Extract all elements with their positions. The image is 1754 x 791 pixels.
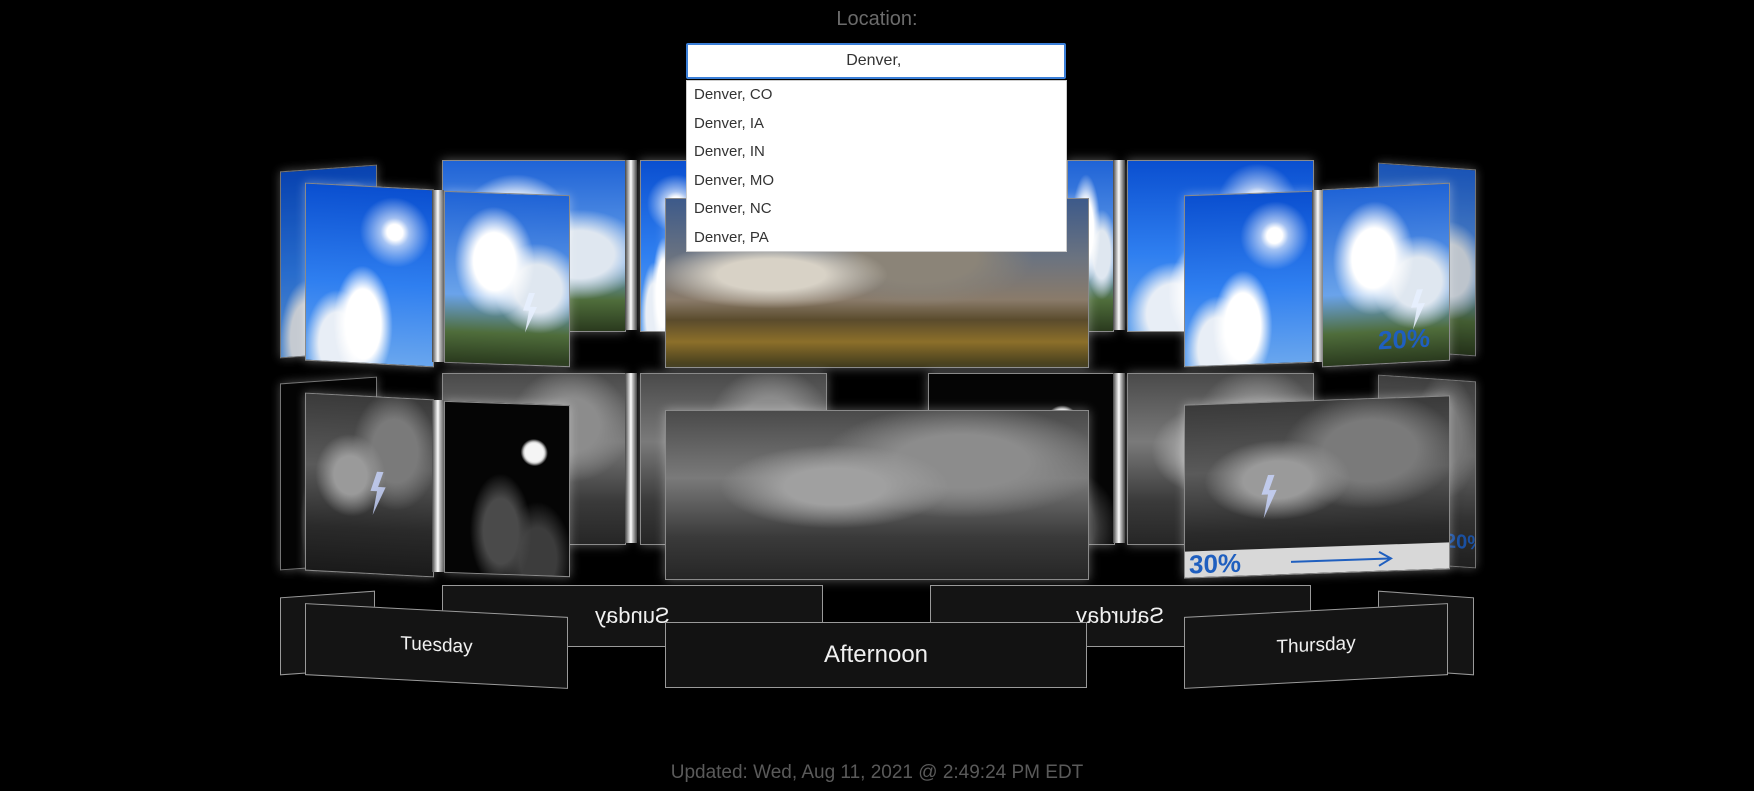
weather-image-panel[interactable]: 30% (1184, 395, 1450, 579)
day-label-front[interactable]: Afternoon (665, 622, 1087, 688)
period-label-text: Afternoon (823, 641, 929, 668)
suggestion-item[interactable]: Denver, IN (687, 138, 1066, 167)
panel-divider (432, 400, 444, 572)
panel-divider (625, 160, 637, 330)
arrow-right-icon (1291, 550, 1393, 567)
precip-percent: 20% (1378, 322, 1431, 356)
weather-carousel-app: Location: Denver, CO Denver, IA Denver, … (0, 0, 1754, 791)
weather-image-panel[interactable]: 20% (1322, 182, 1450, 368)
weather-image-panel[interactable] (305, 182, 434, 368)
suggestion-item[interactable]: Denver, PA (687, 224, 1066, 253)
day-label-left[interactable]: Tuesday (305, 603, 568, 689)
weather-image-panel[interactable] (1184, 190, 1314, 368)
current-weather-image-night[interactable] (665, 410, 1089, 580)
weather-image-panel[interactable] (444, 400, 570, 578)
day-label-text: Tuesday (400, 633, 473, 658)
location-suggestions-dropdown: Denver, CO Denver, IA Denver, IN Denver,… (686, 80, 1067, 252)
location-input[interactable] (686, 43, 1066, 79)
updated-timestamp: Updated: Wed, Aug 11, 2021 @ 2:49:24 PM … (670, 762, 1084, 783)
panel-divider (625, 373, 637, 543)
day-label-text: Saturday (1076, 603, 1165, 628)
weather-image-panel[interactable] (305, 392, 434, 578)
panel-divider (1113, 373, 1125, 543)
suggestion-item[interactable]: Denver, NC (687, 195, 1066, 224)
suggestion-item[interactable]: Denver, CO (687, 81, 1066, 110)
panel-divider (432, 190, 444, 362)
panel-divider (1113, 160, 1125, 330)
day-label-text: Thursday (1276, 632, 1356, 659)
day-label-right[interactable]: Thursday (1184, 603, 1448, 689)
precip-percent: 30% (1189, 547, 1242, 579)
weather-image-panel[interactable] (444, 190, 570, 368)
day-label-text: Sunday (595, 603, 670, 628)
location-label: Location: (836, 8, 918, 30)
suggestion-item[interactable]: Denver, MO (687, 167, 1066, 196)
suggestion-item[interactable]: Denver, IA (687, 110, 1066, 139)
